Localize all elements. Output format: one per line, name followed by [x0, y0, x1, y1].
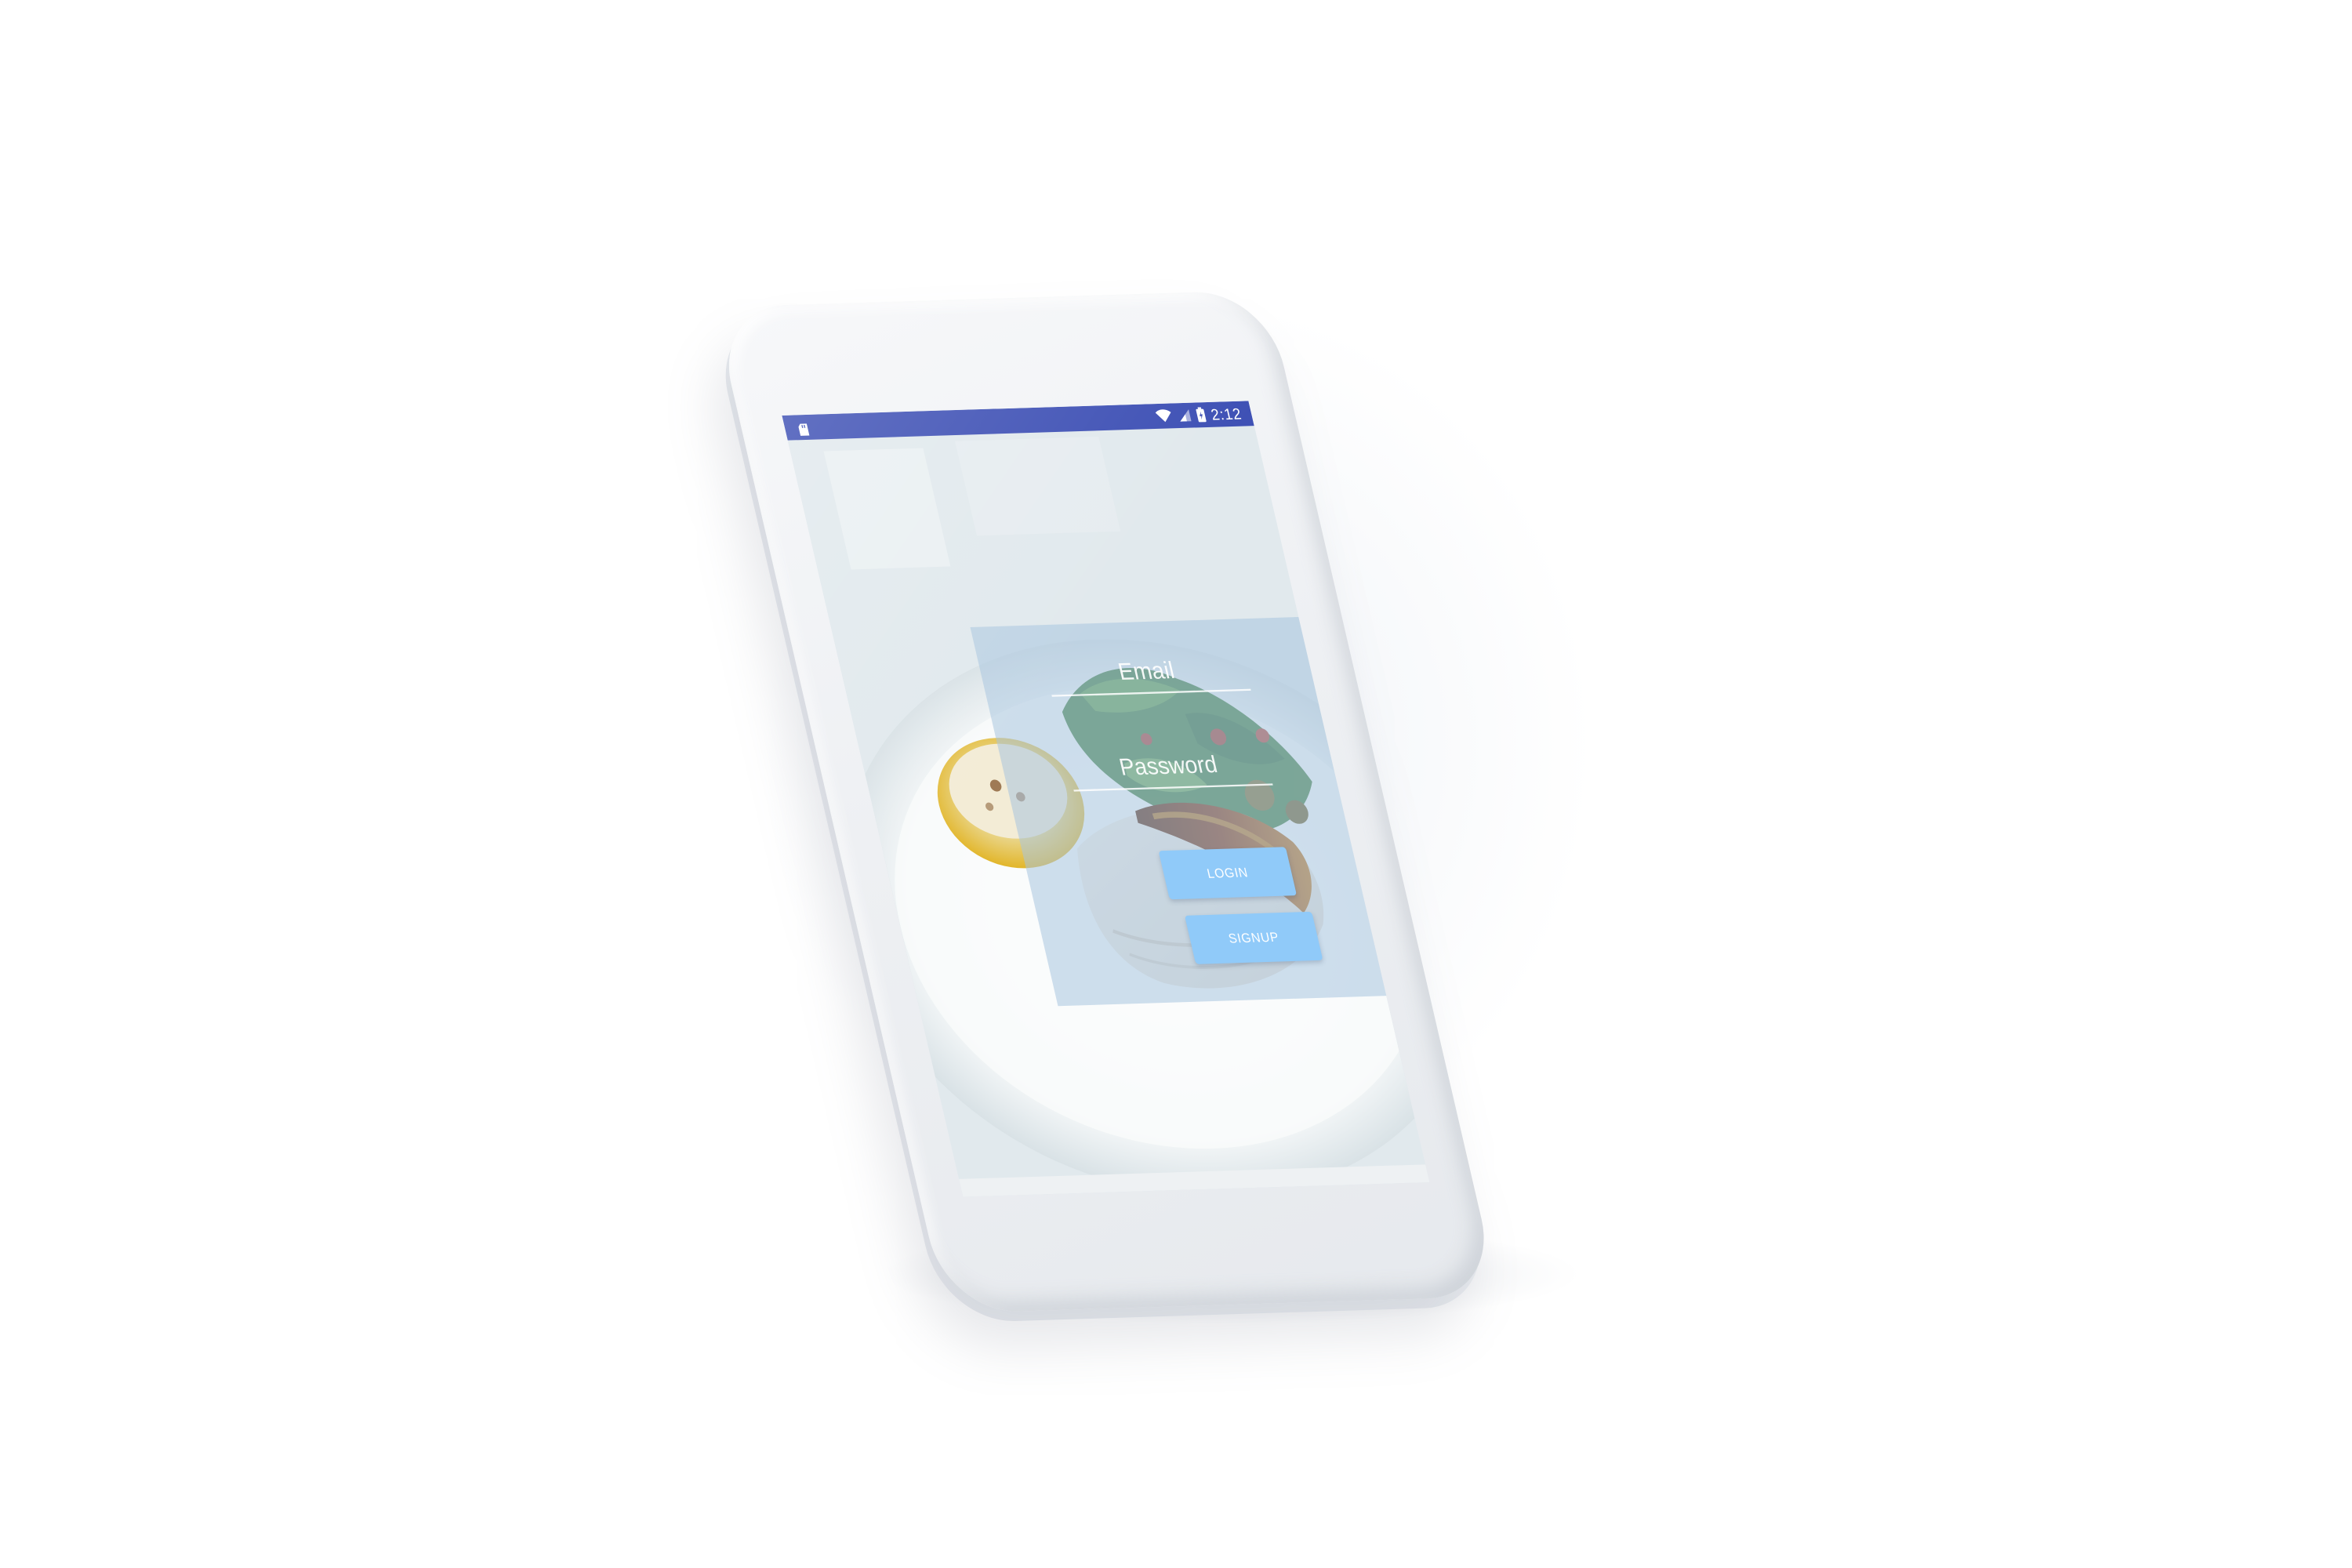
email-field-container	[1042, 647, 1251, 697]
login-button[interactable]: LOGIN	[1158, 847, 1298, 900]
signal-icon	[1176, 408, 1192, 423]
battery-icon	[1195, 407, 1207, 423]
password-field[interactable]	[1064, 742, 1273, 790]
phone-screen: 2:12 LOGIN SIGNUP	[782, 401, 1430, 1197]
signup-button[interactable]: SIGNUP	[1184, 911, 1323, 964]
status-time: 2:12	[1209, 405, 1243, 424]
phone-device: 2:12 LOGIN SIGNUP	[710, 290, 1500, 1323]
sd-card-icon	[795, 419, 813, 436]
wifi-icon	[1154, 408, 1174, 423]
password-field-container	[1064, 742, 1273, 792]
product-mockup: 2:12 LOGIN SIGNUP	[0, 0, 2352, 1568]
email-field[interactable]	[1042, 647, 1251, 695]
phone-frame: 2:12 LOGIN SIGNUP	[713, 290, 1500, 1314]
